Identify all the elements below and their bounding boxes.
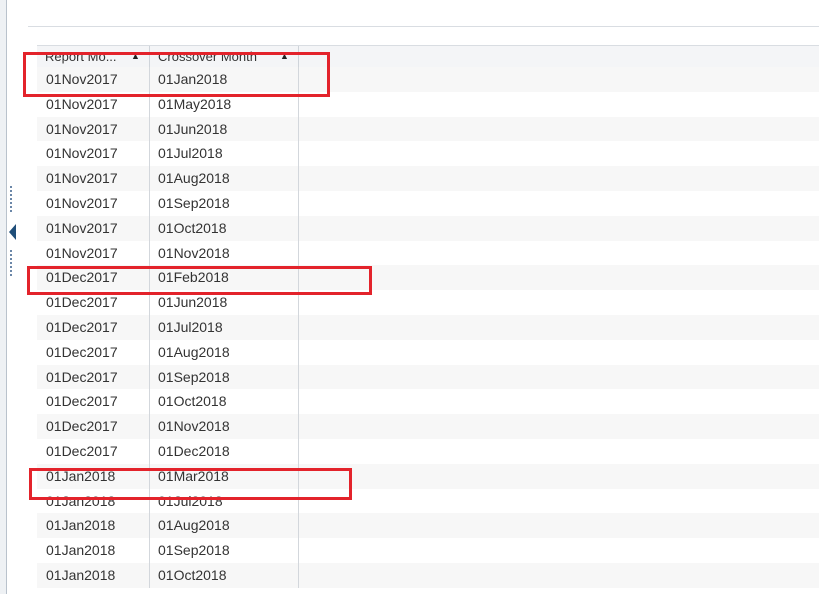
cell-report-month[interactable]: 01Jan2018 — [37, 513, 150, 539]
cell-crossover-month[interactable]: 01Nov2018 — [150, 240, 299, 266]
cell-report-month[interactable]: 01Nov2017 — [37, 240, 150, 266]
cell-crossover-month[interactable]: 01Sep2018 — [150, 538, 299, 563]
cell-crossover-month[interactable]: 01Oct2018 — [150, 215, 299, 241]
cell-report-month[interactable]: 01Nov2017 — [37, 215, 150, 241]
cell-report-month[interactable]: 01Nov2017 — [37, 190, 150, 216]
table-row[interactable]: 01Jan2018 01Sep2018 — [37, 538, 819, 563]
cell-report-month[interactable]: 01Nov2017 — [37, 166, 150, 191]
cell-crossover-month[interactable]: 01Sep2018 — [150, 190, 299, 216]
cell-report-month[interactable]: 01Jan2018 — [37, 538, 150, 563]
cell-crossover-month[interactable]: 01Jul2018 — [150, 141, 299, 167]
cell-report-month[interactable]: 01Dec2017 — [37, 414, 150, 439]
cell-crossover-month[interactable]: 01Dec2018 — [150, 438, 299, 464]
table-row[interactable]: 01Nov2017 01Jul2018 — [37, 141, 819, 167]
cell-crossover-month[interactable]: 01Sep2018 — [150, 364, 299, 390]
table-row[interactable]: 01Dec2017 01Oct2018 — [37, 389, 819, 415]
cell-report-month[interactable]: 01Dec2017 — [37, 364, 150, 390]
splitter-grip-bottom-icon — [10, 250, 13, 278]
cell-crossover-month[interactable]: 01Aug2018 — [150, 339, 299, 365]
table-row[interactable]: 01Nov2017 01Aug2018 — [37, 166, 819, 191]
data-grid: Report Mo... ▲ Crossover Month ▲ 01Nov20… — [37, 45, 819, 594]
cell-report-month[interactable]: 01Jan2018 — [37, 562, 150, 588]
left-panel-edge — [0, 0, 7, 594]
table-row[interactable]: 01Dec2017 01Dec2018 — [37, 438, 819, 464]
grid-body: 01Nov2017 01Jan2018 01Nov2017 01May2018 01No… — [37, 67, 819, 588]
cell-crossover-month[interactable]: 01Nov2018 — [150, 414, 299, 439]
cell-crossover-month[interactable]: 01Aug2018 — [150, 166, 299, 191]
table-row[interactable]: 01Nov2017 01Jun2018 — [37, 116, 819, 142]
table-row[interactable]: 01Dec2017 01Sep2018 — [37, 364, 819, 390]
highlight-box — [23, 52, 330, 97]
cell-report-month[interactable]: 01Dec2017 — [37, 438, 150, 464]
panel-splitter[interactable] — [8, 186, 16, 286]
cell-crossover-month[interactable]: 01Oct2018 — [150, 389, 299, 415]
table-row[interactable]: 01Jan2018 01Aug2018 — [37, 513, 819, 539]
table-row[interactable]: 01Dec2017 01Aug2018 — [37, 339, 819, 365]
highlight-box — [27, 266, 372, 295]
cell-crossover-month[interactable]: 01Jun2018 — [150, 116, 299, 142]
cell-crossover-month[interactable]: 01Oct2018 — [150, 562, 299, 588]
cell-crossover-month[interactable]: 01Aug2018 — [150, 513, 299, 539]
table-row[interactable]: 01Nov2017 01Sep2018 — [37, 190, 819, 216]
cell-report-month[interactable]: 01Nov2017 — [37, 141, 150, 167]
table-row[interactable]: 01Jan2018 01Oct2018 — [37, 562, 819, 588]
toolbar-divider — [28, 26, 819, 27]
table-row[interactable]: 01Dec2017 01Nov2018 — [37, 414, 819, 439]
table-row[interactable]: 01Nov2017 01Oct2018 — [37, 215, 819, 241]
cell-crossover-month[interactable]: 01Jul2018 — [150, 314, 299, 340]
table-row[interactable]: 01Dec2017 01Jul2018 — [37, 314, 819, 340]
table-row[interactable]: 01Nov2017 01Nov2018 — [37, 240, 819, 266]
splitter-grip-top-icon — [10, 186, 13, 214]
cell-report-month[interactable]: 01Dec2017 — [37, 314, 150, 340]
highlight-box — [29, 468, 352, 500]
collapse-left-arrow-icon[interactable] — [9, 224, 16, 240]
cell-report-month[interactable]: 01Nov2017 — [37, 116, 150, 142]
cell-report-month[interactable]: 01Dec2017 — [37, 339, 150, 365]
cell-report-month[interactable]: 01Dec2017 — [37, 389, 150, 415]
